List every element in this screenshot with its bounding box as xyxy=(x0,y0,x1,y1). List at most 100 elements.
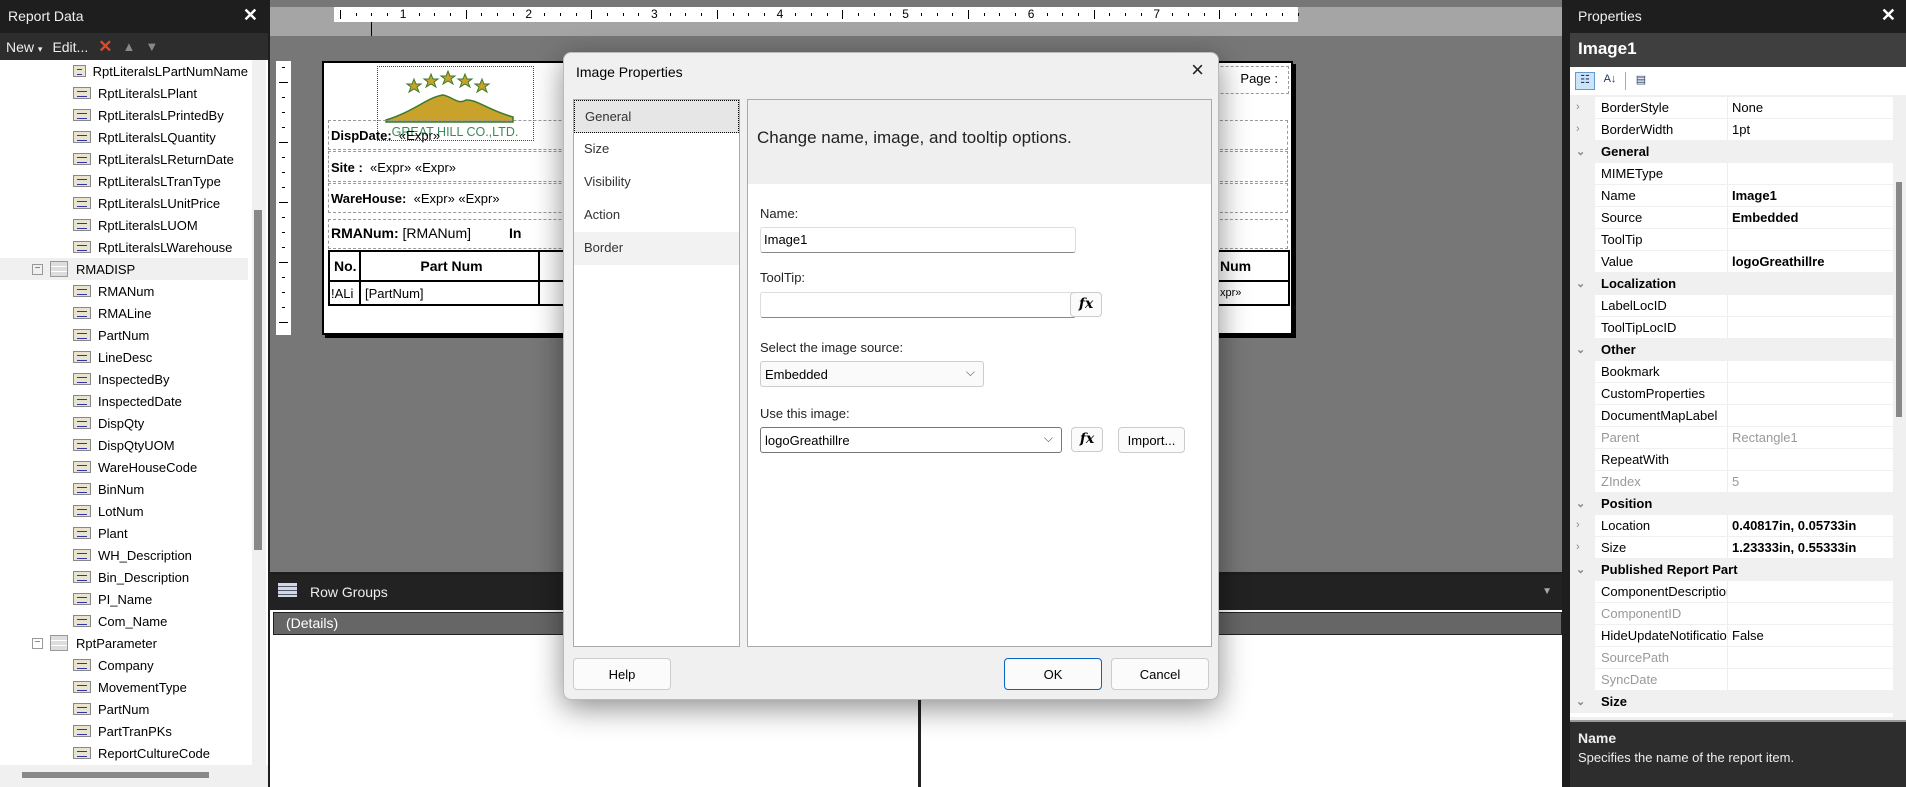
tree-field[interactable]: PartNum xyxy=(0,698,248,720)
property-value[interactable] xyxy=(1728,449,1893,470)
property-row[interactable]: Bookmark xyxy=(1570,361,1893,383)
tooltip-input[interactable] xyxy=(760,292,1076,318)
property-category[interactable]: ⌄ Localization xyxy=(1570,273,1893,295)
property-value[interactable]: Embedded xyxy=(1728,207,1893,228)
tree-field[interactable]: DispQtyUOM xyxy=(0,434,248,456)
tree-field[interactable]: LineDesc xyxy=(0,346,248,368)
row-partnum[interactable]: [PartNum] xyxy=(359,280,540,306)
collapse-icon[interactable]: − xyxy=(32,637,43,649)
close-icon[interactable]: × xyxy=(1191,57,1204,83)
property-row[interactable]: MIMEType xyxy=(1570,163,1893,185)
nav-visibility[interactable]: Visibility xyxy=(574,166,739,199)
tree-field[interactable]: PartTranPKs xyxy=(0,720,248,742)
property-value[interactable] xyxy=(1728,669,1893,690)
tree-field[interactable]: RptLiteralsLQuantity xyxy=(0,126,248,148)
dropdown-arrow-icon[interactable]: ▼ xyxy=(1542,586,1552,597)
tree-dataset[interactable]: − RptParameter xyxy=(0,632,248,654)
property-value[interactable] xyxy=(1728,405,1893,426)
property-row[interactable]: SyncDate xyxy=(1570,669,1893,691)
ok-button[interactable]: OK xyxy=(1004,658,1102,690)
property-value[interactable]: 1.23333in, 0.55333in xyxy=(1728,537,1893,558)
chevron-right-icon[interactable]: › xyxy=(1570,119,1595,140)
property-category[interactable]: ⌄ Published Report Part xyxy=(1570,559,1893,581)
property-row[interactable]: HideUpdateNotifications False xyxy=(1570,625,1893,647)
move-up-icon[interactable]: ▲ xyxy=(122,39,135,54)
import-button[interactable]: Import... xyxy=(1118,427,1185,453)
row-no[interactable]: !ALi xyxy=(328,280,361,306)
chevron-right-icon[interactable]: › xyxy=(1570,97,1595,118)
tree-field[interactable]: Plant xyxy=(0,522,248,544)
categorized-icon[interactable]: ☷ xyxy=(1575,72,1595,90)
nav-general[interactable]: General xyxy=(574,100,739,133)
property-row[interactable]: › Size 1.23333in, 0.55333in xyxy=(1570,537,1893,559)
close-icon[interactable]: ✕ xyxy=(1881,5,1896,26)
close-icon[interactable]: ✕ xyxy=(243,5,258,26)
property-value[interactable] xyxy=(1728,229,1893,250)
header-no[interactable]: No. xyxy=(328,250,361,282)
nav-size[interactable]: Size xyxy=(574,133,739,166)
property-row[interactable]: Source Embedded xyxy=(1570,207,1893,229)
property-value[interactable]: 0.40817in, 0.05733in xyxy=(1728,515,1893,536)
property-value[interactable] xyxy=(1728,163,1893,184)
property-value[interactable] xyxy=(1728,383,1893,404)
help-button[interactable]: Help xyxy=(573,658,671,690)
property-row[interactable]: ToolTip xyxy=(1570,229,1893,251)
tree-field[interactable]: RptLiteralsLUOM xyxy=(0,214,248,236)
property-row[interactable]: DocumentMapLabel xyxy=(1570,405,1893,427)
tree-field[interactable]: Company xyxy=(0,654,248,676)
nav-action[interactable]: Action xyxy=(574,199,739,232)
property-row[interactable]: › Location 0.40817in, 0.05733in xyxy=(1570,515,1893,537)
tree-field[interactable]: ReportCultureCode xyxy=(0,742,248,764)
tooltip-expression-button[interactable]: fx xyxy=(1070,292,1102,317)
property-row[interactable]: RepeatWith xyxy=(1570,449,1893,471)
property-value[interactable]: Rectangle1 xyxy=(1728,427,1893,448)
property-row[interactable]: SourcePath xyxy=(1570,647,1893,669)
chevron-down-icon[interactable]: ⌄ xyxy=(1570,559,1595,580)
property-value[interactable] xyxy=(1728,295,1893,316)
property-row[interactable]: ComponentID xyxy=(1570,603,1893,625)
chevron-down-icon[interactable]: ⌄ xyxy=(1570,273,1595,294)
tree-field[interactable]: WH_Description xyxy=(0,544,248,566)
property-row[interactable]: ComponentDescription xyxy=(1570,581,1893,603)
property-value[interactable] xyxy=(1728,361,1893,382)
tree-dataset[interactable]: − RMADISP xyxy=(0,258,248,280)
header-partnum[interactable]: Part Num xyxy=(359,250,540,282)
property-row[interactable]: Parent Rectangle1 xyxy=(1570,427,1893,449)
property-row[interactable]: ToolTipLocID xyxy=(1570,317,1893,339)
edit-button[interactable]: Edit... xyxy=(52,39,88,55)
property-value[interactable] xyxy=(1728,603,1893,624)
tree-field[interactable]: Bin_Description xyxy=(0,566,248,588)
property-value[interactable]: 5 xyxy=(1728,471,1893,492)
property-value[interactable]: Image1 xyxy=(1728,185,1893,206)
property-row[interactable]: Name Image1 xyxy=(1570,185,1893,207)
tree-field[interactable]: RptLiteralsLPlant xyxy=(0,82,248,104)
tree-field[interactable]: InspectedBy xyxy=(0,368,248,390)
tree-field[interactable]: PartNum xyxy=(0,324,248,346)
tree-field[interactable]: WareHouseCode xyxy=(0,456,248,478)
property-row[interactable]: ZIndex 5 xyxy=(1570,471,1893,493)
nav-border[interactable]: Border xyxy=(574,232,739,265)
tree-field[interactable]: InspectedDate xyxy=(0,390,248,412)
tree-field[interactable]: Com_Name xyxy=(0,610,248,632)
property-value[interactable]: False xyxy=(1728,625,1893,646)
property-category[interactable]: ⌄ Position xyxy=(1570,493,1893,515)
property-category[interactable]: ⌄ Other xyxy=(1570,339,1893,361)
chevron-right-icon[interactable]: › xyxy=(1570,515,1595,536)
image-expression-button[interactable]: fx xyxy=(1071,427,1103,452)
chevron-down-icon[interactable]: ⌄ xyxy=(1570,691,1595,712)
tree-field[interactable]: DispQty xyxy=(0,412,248,434)
tree-field[interactable]: PI_Name xyxy=(0,588,248,610)
chevron-down-icon[interactable]: ⌄ xyxy=(1570,339,1595,360)
property-category[interactable]: ⌄ General xyxy=(1570,141,1893,163)
tree-field[interactable]: MovementType xyxy=(0,676,248,698)
delete-icon[interactable]: ✕ xyxy=(98,37,112,57)
property-row[interactable]: LabelLocID xyxy=(1570,295,1893,317)
tree-field[interactable]: RptLiteralsLReturnDate xyxy=(0,148,248,170)
name-input[interactable]: Image1 xyxy=(760,227,1076,253)
tree-field[interactable]: RptLiteralsLWarehouse xyxy=(0,236,248,258)
collapse-icon[interactable]: − xyxy=(32,263,43,275)
tree-field[interactable]: RptLiteralsLTranType xyxy=(0,170,248,192)
chevron-right-icon[interactable]: › xyxy=(1570,537,1595,558)
property-value[interactable]: 1pt xyxy=(1728,119,1893,140)
chevron-down-icon[interactable]: ⌄ xyxy=(1570,493,1595,514)
